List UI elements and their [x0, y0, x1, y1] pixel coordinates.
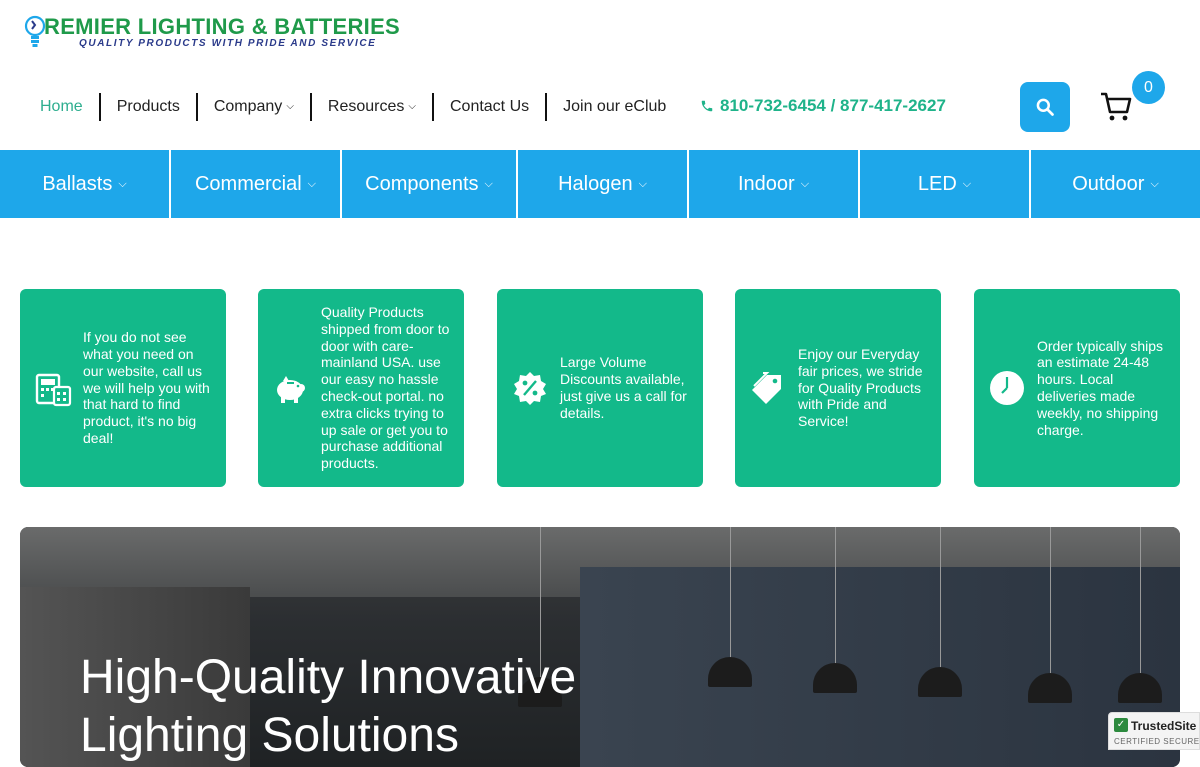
chevron-down-icon: ⌵	[638, 177, 647, 190]
nav-home-label: Home	[40, 98, 83, 115]
calculator-calendar-icon	[34, 369, 72, 407]
feature-text: If you do not see what you need on our w…	[83, 329, 210, 446]
search-button[interactable]	[1020, 82, 1070, 132]
main-nav: Home Products Company ⌵ Resources ⌵ Contac…	[24, 92, 682, 122]
category-label: Outdoor	[1072, 172, 1145, 195]
nav-contact-label: Contact Us	[449, 98, 530, 115]
feature-cards: If you do not see what you need on our w…	[20, 289, 1180, 487]
feature-text: Order typically ships an estimate 24-48 …	[1037, 337, 1164, 438]
hero-banner: High-Quality Innovative Lighting Solutio…	[20, 527, 1180, 767]
phone-icon	[701, 100, 713, 112]
nav-contact[interactable]: Contact Us	[431, 93, 545, 121]
cart-button[interactable]	[1099, 90, 1133, 124]
category-label: Halogen	[558, 172, 633, 195]
category-ballasts[interactable]: Ballasts ⌵	[0, 150, 171, 218]
badge-subtitle: CERTIFIED SECURE	[1114, 737, 1200, 746]
badge-title: TrustedSite	[1131, 719, 1197, 733]
chevron-down-icon: ⌵	[484, 177, 493, 190]
chevron-down-icon: ⌵	[800, 177, 810, 190]
trustedsite-badge[interactable]: ✓ TrustedSite CERTIFIED SECURE	[1108, 712, 1200, 750]
category-label: LED	[917, 172, 957, 195]
lightbulb-logo-icon	[24, 15, 46, 47]
cart-icon	[1101, 92, 1132, 121]
piggy-bank-icon	[272, 369, 310, 407]
feature-card: Large Volume Discounts available, just g…	[497, 289, 703, 487]
hero-title-line2: Lighting Solutions	[80, 709, 459, 762]
category-label: Ballasts	[42, 172, 113, 195]
nav-resources-label: Resources	[327, 98, 405, 116]
clock-icon	[988, 369, 1026, 407]
chevron-down-icon: ⌵	[307, 177, 317, 190]
feature-card: Order typically ships an estimate 24-48 …	[974, 289, 1180, 487]
pendant-cord	[1050, 527, 1051, 677]
pendant-cord	[835, 527, 836, 667]
nav-resources[interactable]: Resources ⌵	[309, 93, 432, 121]
category-nav: Ballasts ⌵ Commercial ⌵ Components ⌵ Haloge…	[0, 150, 1200, 218]
hero-title: High-Quality Innovative Lighting Solutio…	[80, 649, 576, 765]
hero-wall-image	[580, 567, 1180, 767]
feature-card: Enjoy our Everyday fair prices, we strid…	[735, 289, 941, 487]
nav-home[interactable]: Home	[24, 93, 99, 121]
brand-tagline: QUALITY PRODUCTS WITH PRIDE AND SERVICE	[79, 38, 377, 49]
nav-eclub[interactable]: Join our eClub	[545, 93, 682, 121]
cart-count-badge: 0	[1132, 71, 1165, 104]
hero-title-line1: High-Quality Innovative	[80, 651, 577, 704]
brand-logo[interactable]: REMIER LIGHTING & BATTERIES QUALITY PROD…	[24, 14, 400, 50]
category-commercial[interactable]: Commercial ⌵	[171, 150, 342, 218]
category-indoor[interactable]: Indoor ⌵	[689, 150, 860, 218]
chevron-down-icon: ⌵	[1150, 177, 1159, 190]
feature-text: Quality Products shipped from door to do…	[321, 304, 450, 472]
category-halogen[interactable]: Halogen ⌵	[518, 150, 689, 218]
category-outdoor[interactable]: Outdoor ⌵	[1031, 150, 1200, 218]
chevron-down-icon: ⌵	[118, 177, 127, 190]
nav-eclub-label: Join our eClub	[563, 98, 667, 115]
chevron-down-icon: ⌵	[408, 101, 416, 112]
phone-number: 810-732-6454 / 877-417-2627	[720, 96, 946, 115]
category-components[interactable]: Components ⌵	[342, 150, 518, 218]
chevron-down-icon: ⌵	[286, 101, 294, 112]
feature-text: Enjoy our Everyday fair prices, we strid…	[798, 346, 923, 430]
feature-card: Quality Products shipped from door to do…	[258, 289, 464, 487]
category-label: Indoor	[737, 172, 795, 195]
nav-products-label: Products	[116, 98, 180, 115]
feature-card: If you do not see what you need on our w…	[20, 289, 226, 487]
chevron-down-icon: ⌵	[962, 177, 972, 190]
brand-name: REMIER LIGHTING & BATTERIES	[44, 14, 401, 39]
nav-products[interactable]: Products	[98, 93, 196, 121]
category-label: Components	[365, 172, 479, 195]
category-led[interactable]: LED ⌵	[860, 150, 1031, 218]
site-header: REMIER LIGHTING & BATTERIES QUALITY PROD…	[0, 0, 1200, 150]
category-label: Commercial	[194, 172, 302, 195]
feature-text: Large Volume Discounts available, just g…	[560, 354, 687, 421]
check-icon: ✓	[1114, 718, 1128, 732]
nav-company-label: Company	[213, 98, 283, 116]
phone-link[interactable]: 810-732-6454 / 877-417-2627	[700, 96, 946, 116]
search-icon	[1036, 98, 1054, 116]
pendant-cord	[1140, 527, 1141, 677]
tags-icon	[749, 369, 787, 407]
percent-badge-icon	[511, 369, 549, 407]
pendant-cord	[940, 527, 941, 672]
pendant-cord	[730, 527, 731, 662]
nav-company[interactable]: Company ⌵	[195, 93, 310, 121]
